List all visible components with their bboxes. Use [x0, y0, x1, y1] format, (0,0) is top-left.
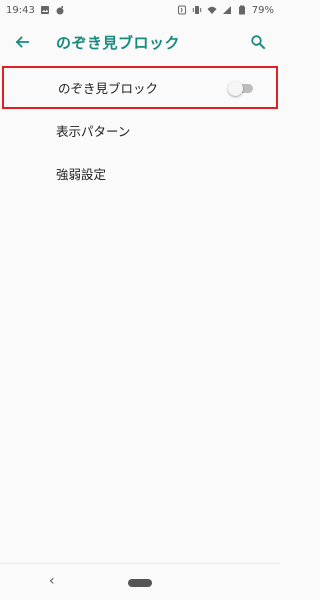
settings-list: のぞき見ブロック 表示パターン 強弱設定	[0, 66, 280, 195]
battery-icon	[237, 5, 247, 15]
setting-row-strength[interactable]: 強弱設定	[0, 152, 280, 195]
nav-home-pill[interactable]	[128, 579, 152, 587]
toggle-thumb	[228, 80, 243, 96]
nfc-icon	[177, 5, 187, 15]
navigation-bar: ‹	[0, 563, 280, 600]
status-right: 79%	[177, 5, 274, 16]
search-button[interactable]	[246, 30, 270, 54]
wifi-icon	[207, 5, 217, 15]
peek-block-toggle[interactable]	[228, 80, 254, 96]
vibrate-icon	[192, 5, 202, 15]
app-bar: のぞき見ブロック	[0, 20, 280, 64]
page-title: のぞき見ブロック	[56, 33, 181, 52]
signal-icon	[222, 5, 232, 15]
status-left: 19:43	[6, 5, 65, 16]
setting-row-peek-block[interactable]: のぞき見ブロック	[2, 66, 278, 109]
status-bar: 19:43 79%	[0, 0, 280, 20]
search-icon	[251, 35, 266, 50]
back-button[interactable]	[10, 30, 34, 54]
arrow-back-icon	[15, 36, 29, 48]
setting-label: 強弱設定	[56, 167, 107, 182]
status-time: 19:43	[6, 4, 35, 16]
setting-row-display-pattern[interactable]: 表示パターン	[0, 109, 280, 152]
battery-percent: 79%	[251, 4, 274, 16]
setting-label: のぞき見ブロック	[58, 81, 159, 96]
bomb-notification-icon	[55, 5, 65, 15]
setting-label: 表示パターン	[56, 124, 131, 139]
screen: 19:43 79% のぞき見ブロック のぞき見ブロック 表示パターン 強弱設定 …	[0, 0, 280, 600]
image-notification-icon	[40, 5, 50, 15]
nav-back-icon[interactable]: ‹	[49, 573, 55, 589]
